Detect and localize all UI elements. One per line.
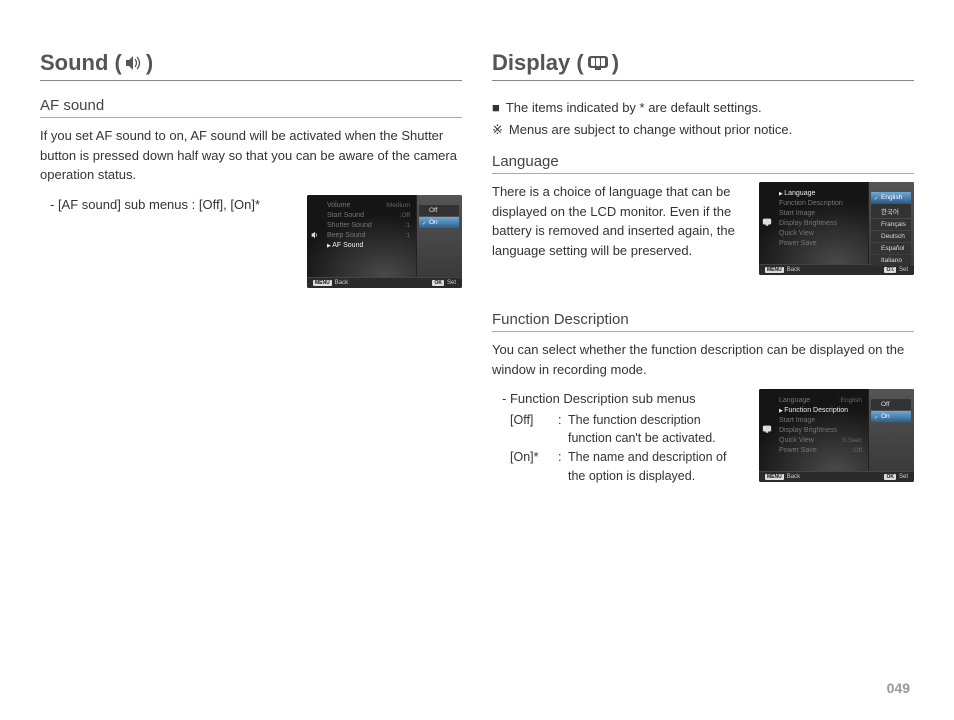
menu-button-tag: MENU: [313, 280, 332, 286]
lcd-menu-row: Display Brightness: [777, 425, 868, 435]
lcd-menu-row: Start Sound:Off: [325, 211, 416, 221]
lcd-menu-row: Beep Sound:1: [325, 231, 416, 241]
back-label: Back: [335, 280, 348, 286]
back-label: Back: [787, 474, 800, 480]
lcd-menu-row: Display Brightness: [777, 218, 868, 228]
lcd-menu-row: Shutter Sound:1: [325, 221, 416, 231]
lcd-options: English한국어FrançaisDeutschEspañolItaliano: [871, 192, 911, 266]
ok-button-tag: OK: [884, 474, 896, 480]
lcd-menu-row: ▶ Language: [777, 188, 868, 198]
display-icon: [586, 54, 610, 72]
lcd-menu-row: Function Description: [777, 198, 868, 208]
set-label: Set: [899, 474, 908, 480]
fd-submenus-title: - Function Description sub menus: [502, 389, 745, 409]
lcd-menu-list: Volume:MediumStart Sound:OffShutter Soun…: [323, 195, 416, 277]
lcd-option: On: [419, 217, 459, 228]
speaker-icon: [124, 54, 144, 72]
lcd-menu-list: Language:English▶ Function DescriptionSt…: [775, 389, 868, 471]
lcd-option: 한국어: [871, 204, 911, 218]
lcd-option: Off: [419, 205, 459, 216]
lcd-af-sound: Volume:MediumStart Sound:OffShutter Soun…: [307, 195, 462, 288]
lcd-function-description: Language:English▶ Function DescriptionSt…: [759, 389, 914, 482]
left-column: Sound ( ) AF sound If you set AF sound t…: [40, 50, 462, 486]
right-column: Display ( ) ■ The items indicated by * a…: [492, 50, 914, 486]
lcd-options: OffOn: [871, 399, 911, 422]
lcd-menu-row: Power Save:Off: [777, 445, 868, 455]
lcd-menu-row: Power Save: [777, 238, 868, 248]
lcd-option: Deutsch: [871, 231, 911, 242]
menu-button-tag: MENU: [765, 474, 784, 480]
heading-text-post: ): [146, 50, 153, 76]
fd-definitions: [Off]:The function description function …: [510, 411, 745, 486]
sound-heading: Sound ( ): [40, 50, 462, 81]
lcd-menu-row: Quick View:0.5sec: [777, 435, 868, 445]
definition-row: [Off]:The function description function …: [510, 411, 745, 449]
menu-button-tag: MENU: [765, 267, 784, 273]
definition-row: [On]*:The name and description of the op…: [510, 448, 745, 486]
back-label: Back: [787, 267, 800, 273]
display-icon: [762, 424, 772, 436]
af-sound-submenus: - [AF sound] sub menus : [Off], [On]*: [50, 195, 293, 215]
lcd-menu-row: Volume:Medium: [325, 201, 416, 211]
lcd-menu-row: Language:English: [777, 395, 868, 405]
lcd-option: Italiano: [871, 255, 911, 266]
af-sound-subheading: AF sound: [40, 97, 462, 118]
lcd-menu-row: ▶ AF Sound: [325, 241, 416, 251]
lcd-options: OffOn: [419, 205, 459, 228]
lcd-option: English: [871, 192, 911, 203]
reference-mark-icon: ※: [492, 119, 503, 141]
lcd-menu-list: ▶ LanguageFunction DescriptionStart Imag…: [775, 182, 868, 264]
lcd-menu-row: Start Image: [777, 415, 868, 425]
heading-text-pre: Sound (: [40, 50, 122, 76]
lcd-menu-row: ▶ Function Description: [777, 405, 868, 415]
af-sound-description: If you set AF sound to on, AF sound will…: [40, 126, 462, 185]
lcd-option: On: [871, 411, 911, 422]
lcd-option: Français: [871, 219, 911, 230]
lcd-menu-row: Quick View: [777, 228, 868, 238]
lcd-option: Español: [871, 243, 911, 254]
display-icon: [762, 217, 772, 229]
ok-button-tag: OK: [432, 280, 444, 286]
function-description-subheading: Function Description: [492, 311, 914, 332]
lcd-menu-row: Start Image: [777, 208, 868, 218]
heading-text-pre: Display (: [492, 50, 584, 76]
language-subheading: Language: [492, 153, 914, 174]
set-label: Set: [447, 280, 456, 286]
speaker-icon: [310, 230, 320, 242]
heading-text-post: ): [612, 50, 619, 76]
page-number: 049: [887, 680, 910, 696]
display-heading: Display ( ): [492, 50, 914, 81]
note-default-settings: ■ The items indicated by * are default s…: [492, 97, 914, 119]
chevron-down-icon: ▾: [871, 267, 911, 273]
square-bullet-icon: ■: [492, 97, 500, 119]
language-description: There is a choice of language that can b…: [492, 182, 745, 260]
lcd-language: ▶ LanguageFunction DescriptionStart Imag…: [759, 182, 914, 275]
function-description-para: You can select whether the function desc…: [492, 340, 914, 379]
lcd-option: Off: [871, 399, 911, 410]
note-menus-change: ※ Menus are subject to change without pr…: [492, 119, 914, 141]
